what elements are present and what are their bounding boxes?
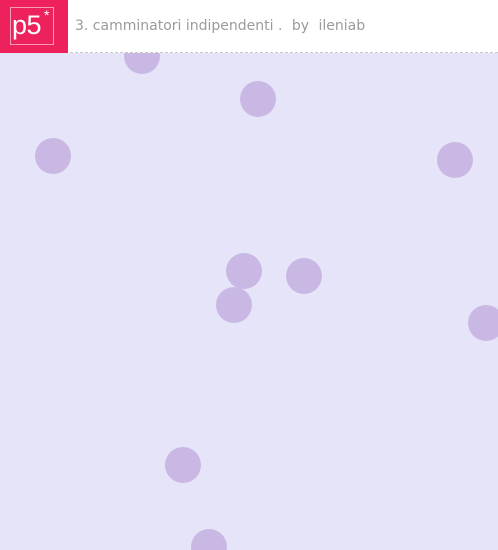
p5-logo-star-icon: * (44, 7, 50, 23)
walker-circle (240, 81, 276, 117)
walker-circle (191, 529, 227, 550)
p5-logo-text: p5 (12, 10, 42, 40)
walker-circle (124, 53, 160, 74)
walker-circle (437, 142, 473, 178)
editor-header: p5 * 3. camminatori indipendenti . by il… (0, 0, 498, 53)
by-label: by (291, 18, 310, 34)
walker-circle (286, 258, 322, 294)
walker-circle (35, 138, 71, 174)
sketch-title[interactable]: 3. camminatori indipendenti . (75, 18, 282, 34)
walker-circle (216, 287, 252, 323)
author-link[interactable]: ileniab (319, 18, 366, 34)
sketch-canvas[interactable] (0, 53, 498, 550)
walker-circle (165, 447, 201, 483)
walker-circle (468, 305, 498, 341)
walker-canvas-svg (35, 53, 498, 550)
walker-circle (226, 253, 262, 289)
p5-logo[interactable]: p5 * (0, 0, 68, 53)
sketch-title-row: 3. camminatori indipendenti . by ileniab (75, 16, 370, 36)
